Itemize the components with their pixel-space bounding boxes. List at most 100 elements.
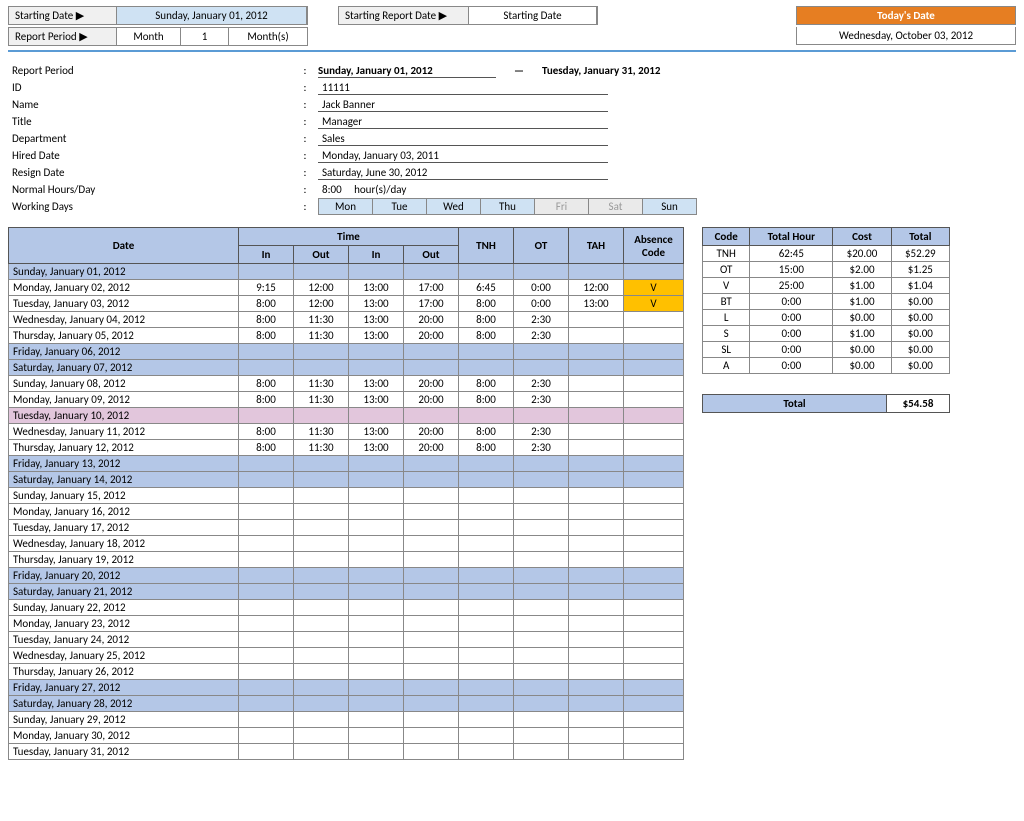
right-column: Code Total Hour Cost Total TNH62:45$20.0… (702, 227, 950, 413)
date-cell[interactable]: Tuesday, January 03, 2012 (9, 296, 239, 312)
time-row: Wednesday, January 18, 2012 (9, 536, 684, 552)
date-cell[interactable]: Monday, January 16, 2012 (9, 504, 239, 520)
top-bar-row-2: Report Period ▶ Month 1 Month(s) Wednesd… (8, 27, 1016, 46)
time-row: Thursday, January 12, 20128:0011:3013:00… (9, 440, 684, 456)
date-cell[interactable]: Saturday, January 14, 2012 (9, 472, 239, 488)
today-label: Today's Date (796, 6, 1016, 25)
summary-table: Code Total Hour Cost Total TNH62:45$20.0… (702, 227, 950, 374)
date-cell[interactable]: Thursday, January 12, 2012 (9, 440, 239, 456)
top-bar-row-1: Starting Date ▶ Sunday, January 01, 2012… (8, 6, 1016, 25)
summary-row: V25:00$1.00$1.04 (703, 278, 950, 294)
time-row: Sunday, January 08, 20128:0011:3013:0020… (9, 376, 684, 392)
info-report-period-value: Sunday, January 01, 2012 — Tuesday, Janu… (318, 64, 660, 78)
day-cell[interactable]: Thu (480, 198, 535, 215)
time-row: Monday, January 09, 20128:0011:3013:0020… (9, 392, 684, 408)
info-title[interactable]: Manager (318, 115, 608, 129)
day-cell[interactable]: Sun (642, 198, 697, 215)
date-cell[interactable]: Wednesday, January 11, 2012 (9, 424, 239, 440)
time-row: Monday, January 30, 2012 (9, 728, 684, 744)
summary-row: S0:00$1.00$0.00 (703, 326, 950, 342)
date-cell[interactable]: Sunday, January 15, 2012 (9, 488, 239, 504)
date-cell[interactable]: Saturday, January 21, 2012 (9, 584, 239, 600)
time-row: Monday, January 23, 2012 (9, 616, 684, 632)
info-id[interactable]: 11111 (318, 81, 608, 95)
date-cell[interactable]: Saturday, January 07, 2012 (9, 360, 239, 376)
date-cell[interactable]: Wednesday, January 25, 2012 (9, 648, 239, 664)
time-row: Sunday, January 01, 2012 (9, 264, 684, 280)
date-cell[interactable]: Monday, January 09, 2012 (9, 392, 239, 408)
date-cell[interactable]: Thursday, January 19, 2012 (9, 552, 239, 568)
summary-row: TNH62:45$20.00$52.29 (703, 246, 950, 262)
date-cell[interactable]: Thursday, January 05, 2012 (9, 328, 239, 344)
separator-line (8, 50, 1016, 52)
time-row: Thursday, January 26, 2012 (9, 664, 684, 680)
time-row: Tuesday, January 10, 2012 (9, 408, 684, 424)
summary-row: L0:00$0.00$0.00 (703, 310, 950, 326)
summary-row: OT15:00$2.00$1.25 (703, 262, 950, 278)
time-row: Wednesday, January 25, 2012 (9, 648, 684, 664)
time-row: Sunday, January 22, 2012 (9, 600, 684, 616)
report-period-suffix: Month(s) (229, 28, 307, 45)
date-cell[interactable]: Monday, January 02, 2012 (9, 280, 239, 296)
date-cell[interactable]: Saturday, January 28, 2012 (9, 696, 239, 712)
day-cell[interactable]: Mon (318, 198, 373, 215)
time-row: Saturday, January 21, 2012 (9, 584, 684, 600)
date-cell[interactable]: Friday, January 13, 2012 (9, 456, 239, 472)
time-row: Saturday, January 14, 2012 (9, 472, 684, 488)
info-resign[interactable]: Saturday, June 30, 2012 (318, 166, 608, 180)
time-row: Wednesday, January 11, 20128:0011:3013:0… (9, 424, 684, 440)
info-department[interactable]: Sales (318, 132, 608, 146)
starting-report-date-value[interactable]: Starting Date (469, 7, 597, 24)
summary-row: A0:00$0.00$0.00 (703, 358, 950, 374)
time-row: Friday, January 20, 2012 (9, 568, 684, 584)
time-table: Date Time TNH OT TAH Absence Code In Out… (8, 227, 684, 760)
date-cell[interactable]: Monday, January 23, 2012 (9, 616, 239, 632)
time-row: Thursday, January 19, 2012 (9, 552, 684, 568)
starting-date-value[interactable]: Sunday, January 01, 2012 (117, 7, 307, 24)
info-hired[interactable]: Monday, January 03, 2011 (318, 149, 608, 163)
day-cell[interactable]: Wed (426, 198, 481, 215)
time-row: Tuesday, January 17, 2012 (9, 520, 684, 536)
date-cell[interactable]: Tuesday, January 31, 2012 (9, 744, 239, 760)
summary-row: BT0:00$1.00$0.00 (703, 294, 950, 310)
time-row: Sunday, January 29, 2012 (9, 712, 684, 728)
day-cell[interactable]: Sat (588, 198, 643, 215)
day-cell[interactable]: Tue (372, 198, 427, 215)
grand-total: Total $54.58 (702, 394, 950, 413)
report-period-qty[interactable]: 1 (181, 28, 229, 45)
date-cell[interactable]: Friday, January 20, 2012 (9, 568, 239, 584)
day-cell[interactable]: Fri (534, 198, 589, 215)
time-row: Friday, January 06, 2012 (9, 344, 684, 360)
time-row: Friday, January 27, 2012 (9, 680, 684, 696)
date-cell[interactable]: Friday, January 06, 2012 (9, 344, 239, 360)
info-block: Report Period : Sunday, January 01, 2012… (12, 62, 1016, 215)
time-row: Monday, January 16, 2012 (9, 504, 684, 520)
date-cell[interactable]: Sunday, January 29, 2012 (9, 712, 239, 728)
today-box: Today's Date (796, 6, 1016, 25)
working-days: MonTueWedThuFriSatSun (318, 198, 696, 215)
today-value: Wednesday, October 03, 2012 (796, 27, 1016, 45)
date-cell[interactable]: Friday, January 27, 2012 (9, 680, 239, 696)
date-cell[interactable]: Tuesday, January 17, 2012 (9, 520, 239, 536)
time-row: Friday, January 13, 2012 (9, 456, 684, 472)
info-report-period-label: Report Period (12, 64, 292, 77)
date-cell[interactable]: Tuesday, January 24, 2012 (9, 632, 239, 648)
info-hours[interactable]: 8:00 hour(s)/day (318, 183, 608, 196)
time-row: Tuesday, January 31, 2012 (9, 744, 684, 760)
time-row: Saturday, January 28, 2012 (9, 696, 684, 712)
date-cell[interactable]: Wednesday, January 18, 2012 (9, 536, 239, 552)
time-row: Thursday, January 05, 20128:0011:3013:00… (9, 328, 684, 344)
date-cell[interactable]: Sunday, January 01, 2012 (9, 264, 239, 280)
report-period-label: Report Period ▶ (9, 28, 117, 45)
date-cell[interactable]: Wednesday, January 04, 2012 (9, 312, 239, 328)
date-cell[interactable]: Sunday, January 22, 2012 (9, 600, 239, 616)
date-cell[interactable]: Tuesday, January 10, 2012 (9, 408, 239, 424)
date-cell[interactable]: Monday, January 30, 2012 (9, 728, 239, 744)
date-cell[interactable]: Thursday, January 26, 2012 (9, 664, 239, 680)
info-name[interactable]: Jack Banner (318, 98, 608, 112)
report-period-unit[interactable]: Month (117, 28, 181, 45)
time-row: Monday, January 02, 20129:1512:0013:0017… (9, 280, 684, 296)
date-cell[interactable]: Sunday, January 08, 2012 (9, 376, 239, 392)
starting-date-label: Starting Date ▶ (9, 7, 117, 24)
time-row: Saturday, January 07, 2012 (9, 360, 684, 376)
